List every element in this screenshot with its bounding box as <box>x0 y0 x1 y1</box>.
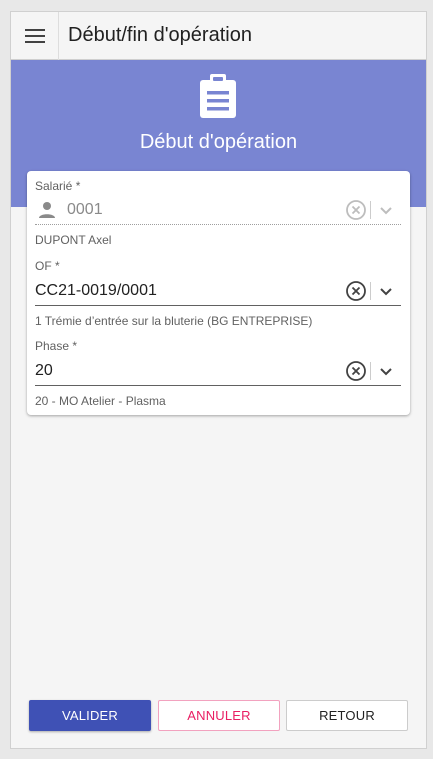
clear-icon[interactable] <box>345 280 367 302</box>
of-label: OF * <box>35 259 60 273</box>
clear-icon <box>346 200 366 220</box>
menu-button[interactable] <box>11 12 59 60</box>
person-icon <box>39 202 55 218</box>
phase-underline <box>35 385 401 386</box>
page-title: Début/fin d'opération <box>68 24 252 46</box>
of-field[interactable]: CC21-0019/0001 <box>35 278 401 306</box>
phase-field[interactable]: 20 <box>35 358 401 386</box>
chevron-down-icon <box>380 207 392 215</box>
phase-hint: 20 - MO Atelier - Plasma <box>35 394 166 408</box>
of-underline <box>35 305 401 306</box>
salarie-field: 0001 <box>35 197 401 225</box>
separator <box>370 201 371 219</box>
salarie-label: Salarié * <box>35 179 81 193</box>
clear-icon[interactable] <box>345 360 367 382</box>
annuler-button[interactable]: ANNULER <box>158 700 280 731</box>
app-window: Début/fin d'opération Début d'opération … <box>10 11 427 749</box>
separator <box>370 282 371 300</box>
salarie-underline <box>35 224 401 225</box>
salarie-value: 0001 <box>67 201 103 218</box>
banner-title: Début d'opération <box>139 131 298 153</box>
app-bar: Début/fin d'opération <box>11 12 426 60</box>
valider-button[interactable]: VALIDER <box>29 700 151 731</box>
hamburger-menu-icon <box>24 28 45 43</box>
separator <box>370 362 371 380</box>
of-hint: 1 Trémie d’entrée sur la bluterie (BG EN… <box>35 314 313 328</box>
salarie-hint: DUPONT Axel <box>35 233 112 247</box>
phase-value[interactable]: 20 <box>35 362 53 380</box>
chevron-down-icon[interactable] <box>377 362 395 380</box>
retour-button[interactable]: RETOUR <box>286 700 408 731</box>
phase-label: Phase * <box>35 339 78 353</box>
of-value[interactable]: CC21-0019/0001 <box>35 282 157 300</box>
chevron-down-icon[interactable] <box>377 282 395 300</box>
operation-form-card: Salarié * 0001 DUPONT Axel OF * CC21-001… <box>27 171 410 415</box>
clipboard-icon <box>200 74 236 118</box>
